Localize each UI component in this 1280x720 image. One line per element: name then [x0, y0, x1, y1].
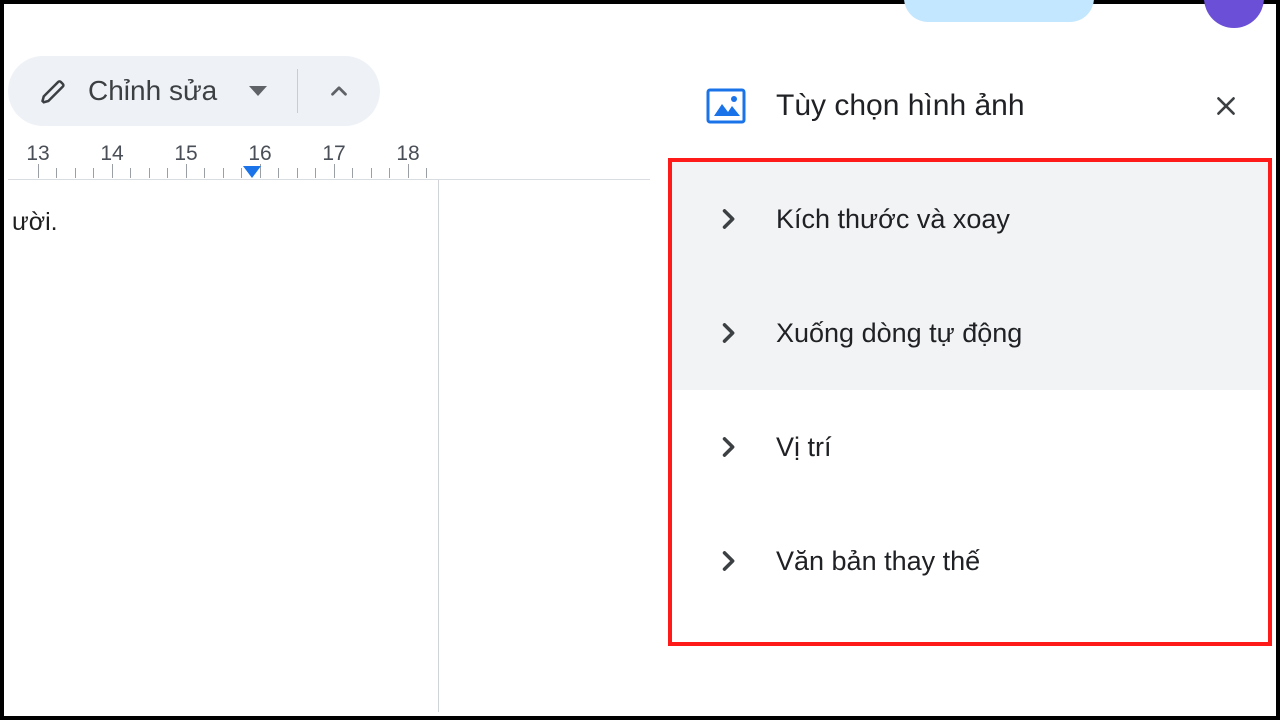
- option-text-wrap[interactable]: Xuống dòng tự động: [672, 276, 1268, 390]
- page-margin-line: [438, 180, 439, 712]
- option-size-rotate[interactable]: Kích thước và xoay: [672, 162, 1268, 276]
- editing-mode-label: Chỉnh sửa: [88, 75, 217, 107]
- chevron-right-icon: [714, 319, 742, 347]
- option-label: Vị trí: [776, 432, 832, 463]
- ruler-number: 13: [26, 142, 49, 166]
- close-sidebar-button[interactable]: [1204, 84, 1248, 128]
- account-avatar[interactable]: [1204, 0, 1264, 28]
- sidebar-title: Tùy chọn hình ảnh: [776, 89, 1204, 123]
- option-label: Xuống dòng tự động: [776, 318, 1022, 349]
- mode-pill: Chỉnh sửa: [8, 56, 380, 126]
- chevron-right-icon: [714, 547, 742, 575]
- horizontal-ruler[interactable]: 13 14 15 16 17 18: [8, 138, 650, 180]
- collapse-toolbar-button[interactable]: [298, 56, 380, 126]
- option-label: Kích thước và xoay: [776, 204, 1010, 235]
- ruler-number: 17: [322, 142, 345, 166]
- option-alt-text[interactable]: Văn bản thay thế: [672, 504, 1268, 618]
- ruler-number: 15: [174, 142, 197, 166]
- image-options-sidebar: Tùy chọn hình ảnh Kích thước và xoay Xuố…: [664, 58, 1272, 712]
- option-position[interactable]: Vị trí: [672, 390, 1268, 504]
- image-icon: [704, 86, 748, 126]
- chevron-up-icon: [326, 78, 352, 104]
- document-canvas[interactable]: ười.: [8, 180, 650, 712]
- close-icon: [1213, 93, 1239, 119]
- document-text-fragment: ười.: [12, 208, 58, 237]
- share-pill[interactable]: [904, 0, 1094, 22]
- sidebar-options-highlight: Kích thước và xoay Xuống dòng tự động Vị…: [668, 158, 1272, 646]
- chevron-down-icon: [249, 86, 267, 96]
- chevron-right-icon: [714, 205, 742, 233]
- app-frame: Chỉnh sửa 13 14 15 16 17 18: [0, 0, 1280, 720]
- toolbar: Chỉnh sửa: [8, 56, 380, 126]
- editing-mode-button[interactable]: Chỉnh sửa: [8, 56, 297, 126]
- sidebar-header: Tùy chọn hình ảnh: [664, 58, 1272, 154]
- pencil-icon: [40, 76, 70, 106]
- option-label: Văn bản thay thế: [776, 546, 980, 577]
- ruler-number: 18: [396, 142, 419, 166]
- ruler-number: 14: [100, 142, 123, 166]
- ruler-number: 16: [248, 142, 271, 166]
- chevron-right-icon: [714, 433, 742, 461]
